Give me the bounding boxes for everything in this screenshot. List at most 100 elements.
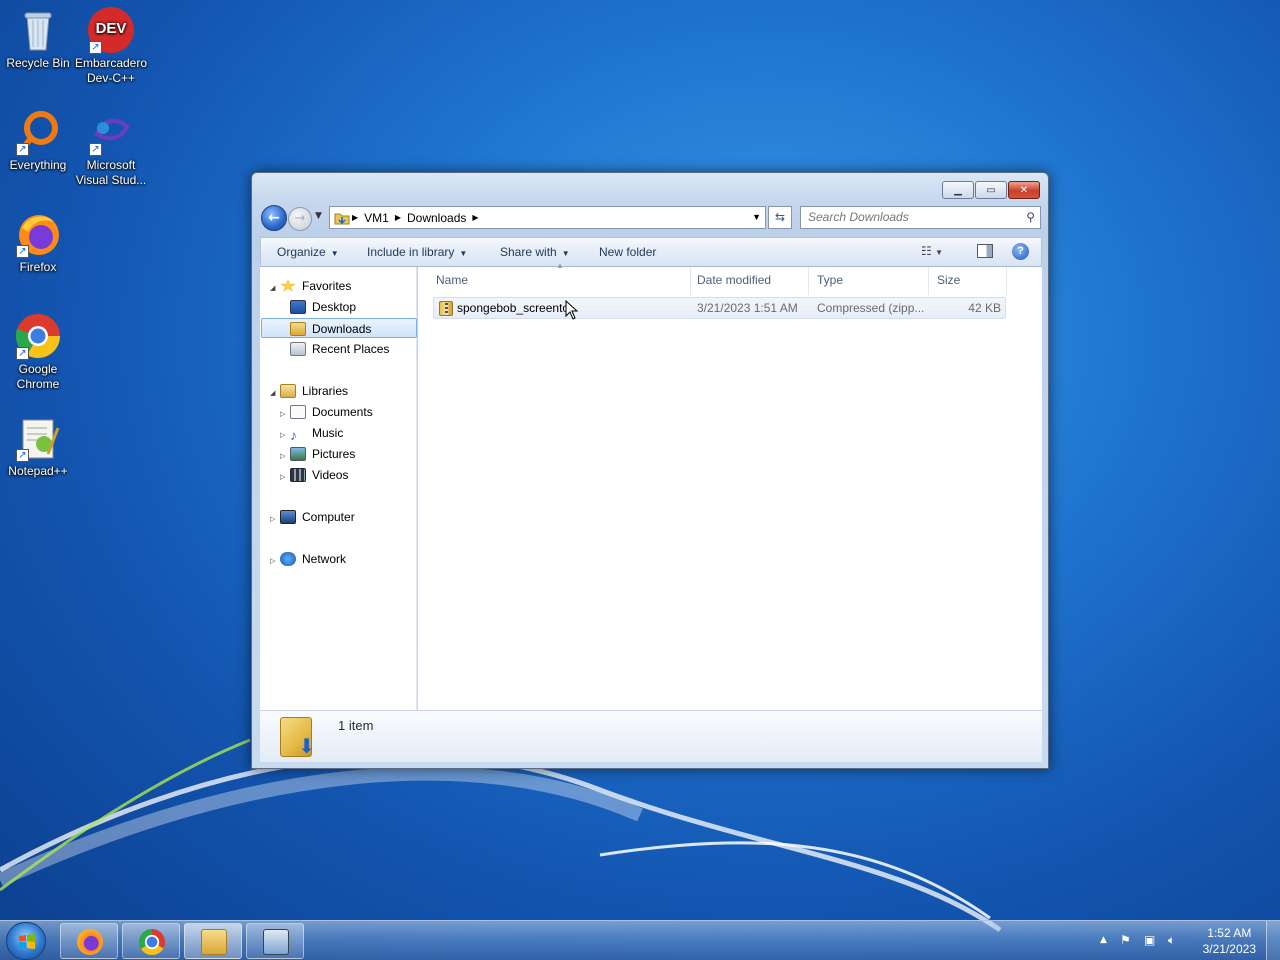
expand-triangle-icon[interactable]: ◢: [270, 384, 280, 404]
volume-muted-icon[interactable]: 🔈︎: [1168, 933, 1175, 948]
tree-item-documents[interactable]: ▷ Documents: [280, 402, 373, 422]
tree-item-recent-places[interactable]: Recent Places: [290, 339, 389, 359]
address-bar[interactable]: ▶ VM1 ▶ Downloads ▶ ▼: [329, 206, 766, 229]
tree-item-pictures[interactable]: ▷ Pictures: [280, 444, 355, 464]
collapsed-triangle-icon[interactable]: ▷: [270, 510, 280, 530]
share-with-button[interactable]: Share with ▼: [500, 245, 570, 259]
network-tray-icon[interactable]: ▣: [1144, 933, 1155, 947]
tree-item-computer[interactable]: ▷ Computer: [270, 507, 355, 527]
address-history-dropdown[interactable]: ▼: [752, 212, 761, 222]
tree-label: Favorites: [302, 279, 352, 293]
column-header-name[interactable]: Name: [428, 267, 691, 295]
libraries-icon: [280, 384, 296, 398]
tree-label: Desktop: [312, 300, 357, 314]
tree-label: Videos: [312, 468, 349, 482]
folder-icon: [334, 213, 350, 224]
sort-ascending-icon: ▲: [556, 261, 564, 270]
search-input[interactable]: Search Downloads ⚲: [800, 206, 1041, 229]
show-desktop-button[interactable]: [1266, 921, 1280, 960]
breadcrumb-vm1[interactable]: VM1: [364, 211, 389, 225]
expand-triangle-icon[interactable]: ◢: [270, 279, 280, 299]
desktop-icon-label: Microsoft Visual Stud...: [75, 158, 147, 187]
devcpp-logo-text: DEV: [96, 20, 127, 37]
desktop-icon-label: Recycle Bin: [6, 56, 70, 70]
new-folder-button[interactable]: New folder: [599, 245, 656, 259]
organize-button[interactable]: Organize ▼: [277, 245, 339, 259]
column-header-type[interactable]: Type: [809, 267, 929, 295]
action-center-icon[interactable]: ⚑: [1120, 933, 1131, 947]
help-button[interactable]: ?: [1012, 243, 1029, 260]
tree-label: Downloads: [312, 322, 372, 336]
mouse-pointer-icon: [565, 300, 579, 320]
file-row[interactable]: spongebob_screentc 3/21/2023 1:51 AM Com…: [433, 297, 1006, 319]
help-icon: ?: [1017, 245, 1024, 257]
forward-button[interactable]: →: [288, 207, 312, 231]
visual-studio-icon: ↗: [87, 108, 135, 156]
recent-pages-button[interactable]: ▼: [315, 211, 322, 221]
explorer-window[interactable]: ▁ ▭ ✕ ← → ▼ ▶ VM1 ▶ Downloads ▶ ▼ ⇆ Sear…: [251, 172, 1049, 769]
desktop-icon-chrome[interactable]: ↗ Google Chrome: [0, 312, 76, 392]
taskbar-explorer-button[interactable]: [184, 923, 242, 959]
network-icon: [280, 552, 296, 566]
change-view-button[interactable]: ☷ ▼: [921, 244, 943, 258]
details-view-icon: ☷: [921, 244, 932, 258]
clock[interactable]: 1:52 AM 3/21/2023: [1203, 925, 1256, 957]
column-header-label: Type: [817, 273, 844, 287]
close-button[interactable]: ✕: [1008, 181, 1040, 199]
taskbar-chrome-button[interactable]: [122, 923, 180, 959]
file-size: 42 KB: [968, 301, 1001, 315]
recent-places-icon: [290, 342, 306, 356]
firefox-icon: [77, 929, 103, 955]
chevron-down-icon: ▼: [935, 248, 944, 257]
search-placeholder: Search Downloads: [808, 210, 909, 224]
desktop-icon-recycle-bin[interactable]: Recycle Bin: [0, 6, 76, 71]
taskbar: ▲ ⚑ ▣ 🔈︎ 1:52 AM 3/21/2023: [0, 920, 1280, 960]
column-header-date-modified[interactable]: Date modified: [689, 267, 809, 295]
tree-item-downloads[interactable]: Downloads: [261, 318, 417, 338]
collapsed-triangle-icon[interactable]: ▷: [280, 468, 290, 488]
desktop-icon-visual-studio[interactable]: ↗ Microsoft Visual Stud...: [73, 108, 149, 188]
column-header-label: Name: [436, 273, 469, 287]
recycle-bin-icon: [14, 6, 62, 54]
desktop-icon-notepadpp[interactable]: ↗ Notepad++: [0, 414, 76, 479]
back-button[interactable]: ←: [261, 205, 287, 231]
music-note-icon: ♪: [290, 427, 297, 443]
file-list[interactable]: Name ▲ Date modified Type Size spongebob…: [418, 261, 1042, 710]
firefox-icon: ↗: [14, 210, 62, 258]
tree-item-videos[interactable]: ▷ Videos: [280, 465, 348, 485]
tree-item-libraries[interactable]: ◢ Libraries: [270, 381, 348, 401]
desktop-icon-firefox[interactable]: ↗ Firefox: [0, 210, 76, 275]
taskbar-firefox-button[interactable]: [60, 923, 118, 959]
tree-item-network[interactable]: ▷ Network: [270, 549, 346, 569]
desktop-icon-devcpp[interactable]: DEV ↗ Embarcadero Dev-C++: [73, 6, 149, 86]
breadcrumb-separator[interactable]: ▶: [472, 213, 478, 222]
chrome-icon: [139, 929, 165, 955]
show-hidden-icons-button[interactable]: ▲: [1100, 935, 1107, 945]
refresh-button[interactable]: ⇆: [768, 206, 792, 229]
column-header-size[interactable]: Size: [929, 267, 1007, 295]
column-header-label: Date modified: [697, 273, 772, 287]
desktop-icon-everything[interactable]: ↗ Everything: [0, 108, 76, 173]
desktop-icon-label: Google Chrome: [16, 362, 60, 391]
breadcrumb-downloads[interactable]: Downloads: [407, 211, 466, 225]
search-icon[interactable]: ⚲: [1026, 207, 1035, 228]
tree-item-desktop[interactable]: Desktop: [290, 297, 356, 317]
collapsed-triangle-icon[interactable]: ▷: [280, 405, 290, 425]
maximize-button[interactable]: ▭: [975, 181, 1007, 199]
breadcrumb-separator[interactable]: ▶: [352, 213, 358, 222]
collapsed-triangle-icon[interactable]: ▷: [280, 426, 290, 446]
collapsed-triangle-icon[interactable]: ▷: [270, 552, 280, 572]
tree-item-favorites[interactable]: ◢ Favorites: [270, 276, 351, 296]
collapsed-triangle-icon[interactable]: ▷: [280, 447, 290, 467]
taskbar-remote-button[interactable]: [246, 923, 304, 959]
minimize-button[interactable]: ▁: [942, 181, 974, 199]
start-button[interactable]: [6, 922, 46, 960]
breadcrumb-separator[interactable]: ▶: [395, 213, 401, 222]
clock-time: 1:52 AM: [1207, 926, 1252, 940]
refresh-icon: ⇆: [774, 210, 786, 224]
tree-item-music[interactable]: ▷ ♪ Music: [280, 423, 343, 443]
arrow-right-icon: →: [294, 211, 306, 226]
chevron-down-icon: ▼: [561, 249, 570, 258]
include-in-library-button[interactable]: Include in library ▼: [367, 245, 467, 259]
preview-pane-button[interactable]: [977, 244, 993, 258]
